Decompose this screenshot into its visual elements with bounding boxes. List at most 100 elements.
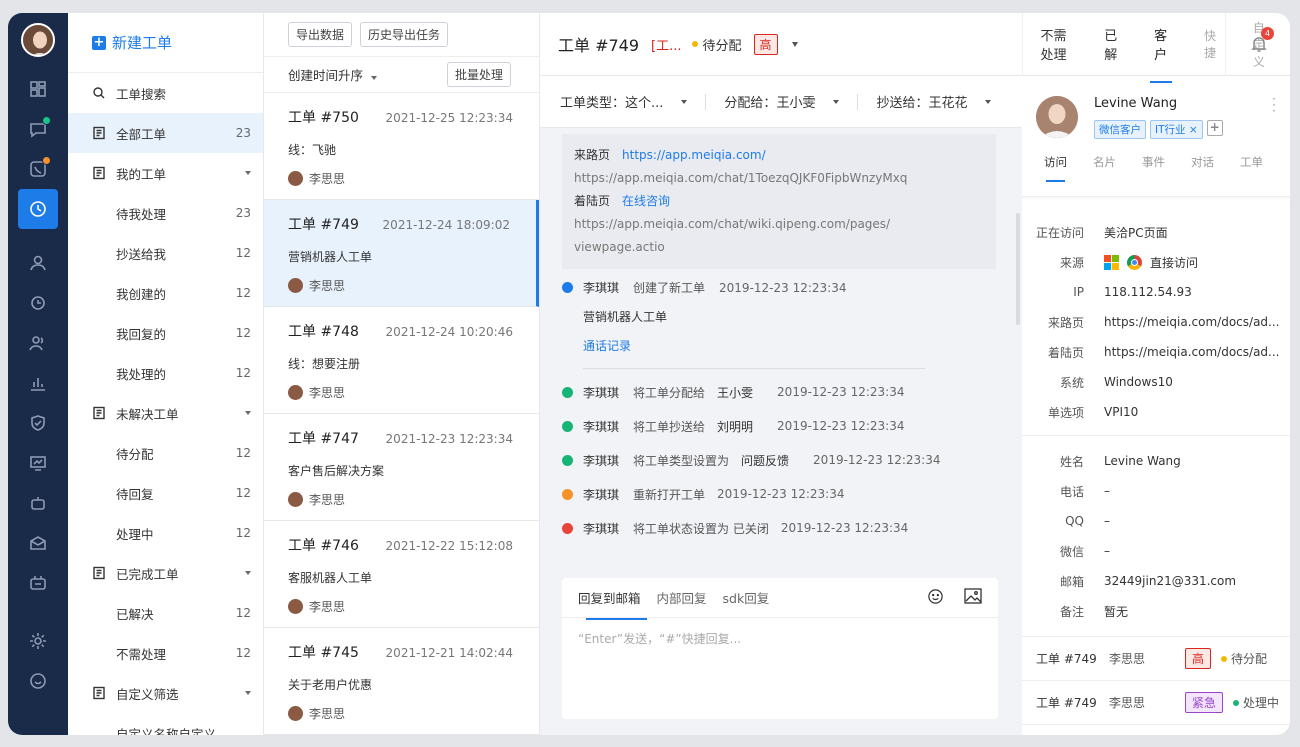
image-icon[interactable] bbox=[964, 588, 982, 607]
info-key: 来路页 bbox=[1047, 315, 1084, 330]
landing-link[interactable]: 在线咨询 bbox=[622, 194, 670, 208]
user-icon[interactable] bbox=[18, 243, 58, 283]
status-badge[interactable]: 待分配 bbox=[691, 35, 742, 54]
nav-item[interactable]: 待回复 12 bbox=[68, 473, 263, 513]
chrome-icon bbox=[1127, 254, 1142, 270]
ticket-user: 李思思 bbox=[1109, 652, 1146, 666]
ticket-title[interactable]: [工... bbox=[651, 35, 681, 54]
nav-item[interactable]: 自定义筛选 bbox=[68, 673, 263, 713]
subtab-visit[interactable]: 访问 bbox=[1044, 154, 1067, 182]
sort-label: 创建时间升序 bbox=[288, 68, 364, 84]
referrer-link[interactable]: https://app.meiqia.com/ bbox=[622, 148, 766, 162]
emoji-icon[interactable] bbox=[927, 588, 944, 608]
nav-item[interactable]: 我创建的 12 bbox=[68, 273, 263, 313]
chat-icon[interactable] bbox=[18, 109, 58, 149]
subtab-events[interactable]: 事件 bbox=[1142, 154, 1165, 170]
ticket-clock-icon[interactable] bbox=[18, 189, 58, 229]
sort-dropdown[interactable]: 创建时间升序 bbox=[288, 65, 378, 84]
subtab-tickets[interactable]: 工单 bbox=[1240, 154, 1263, 170]
subtab-card[interactable]: 名片 bbox=[1093, 154, 1116, 170]
more-icon[interactable]: · · · bbox=[1272, 93, 1276, 117]
info-value-text: 118.112.54.93 bbox=[1104, 285, 1192, 299]
tab-quick[interactable]: 快捷 bbox=[1186, 27, 1235, 61]
nav-item[interactable]: 已完成工单 bbox=[68, 553, 263, 593]
ticket-card[interactable]: 工单 #745 2021-12-21 14:02:44 关于老用户优惠 李思思 bbox=[264, 628, 539, 735]
nav-item-label: 待回复 bbox=[116, 486, 154, 502]
nav-item[interactable]: 全部工单 23 bbox=[68, 113, 263, 153]
dashboard-icon[interactable] bbox=[18, 69, 58, 109]
nav-item[interactable]: 我回复的 12 bbox=[68, 313, 263, 353]
nav-item[interactable]: 处理中 12 bbox=[68, 513, 263, 553]
info-value: 直接访问 bbox=[1104, 254, 1198, 271]
nav-item[interactable]: 待我处理 23 bbox=[68, 193, 263, 233]
detail-scrollbar[interactable] bbox=[1016, 213, 1020, 325]
phone-icon[interactable] bbox=[18, 149, 58, 189]
tag-wechat-customer[interactable]: 微信客户 bbox=[1094, 120, 1146, 139]
nav-item[interactable]: 我的工单 bbox=[68, 153, 263, 193]
chevron-down-icon[interactable] bbox=[245, 571, 251, 575]
robot-icon[interactable] bbox=[18, 483, 58, 523]
windows-icon bbox=[1104, 254, 1119, 270]
user-avatar[interactable] bbox=[21, 23, 55, 57]
tab-no-need[interactable]: 不需处理 bbox=[1023, 25, 1087, 63]
priority-badge[interactable]: 高 bbox=[753, 33, 778, 55]
customer-ticket-row[interactable]: 工单 #749 李思思 紧急 处理中 bbox=[1022, 681, 1290, 725]
ticket-type-select[interactable]: 工单类型： 这个... bbox=[560, 92, 688, 111]
monitor-icon[interactable] bbox=[18, 443, 58, 483]
tab-sdk-reply[interactable]: sdk回复 bbox=[723, 588, 770, 607]
tab-internal-reply[interactable]: 内部回复 bbox=[657, 588, 707, 607]
mail-icon[interactable] bbox=[18, 523, 58, 563]
chevron-down-icon[interactable] bbox=[245, 691, 251, 695]
reply-input[interactable]: “Enter”发送，“#”快捷回复... bbox=[562, 618, 998, 659]
ticket-cards: 工单 #750 2021-12-25 12:23:34 线：飞驰 李思思 工单 #… bbox=[264, 93, 539, 735]
info-value-text: 美洽PC页面 bbox=[1104, 225, 1168, 240]
nav-item[interactable]: 未解决工单 bbox=[68, 393, 263, 433]
bot-box-icon[interactable] bbox=[18, 563, 58, 603]
batch-process-button[interactable]: 批量处理 bbox=[446, 62, 511, 88]
tab-customer[interactable]: 客户 bbox=[1136, 25, 1186, 83]
call-record-link[interactable]: 通话记录 bbox=[583, 337, 1022, 354]
nav-item[interactable]: 不需处理 12 bbox=[68, 633, 263, 673]
cc-select[interactable]: 抄送给： 王花花 bbox=[876, 92, 992, 111]
stats-icon[interactable] bbox=[18, 363, 58, 403]
ticket-card[interactable]: 工单 #750 2021-12-25 12:23:34 线：飞驰 李思思 bbox=[264, 93, 539, 200]
export-history-button[interactable]: 历史导出任务 bbox=[360, 22, 449, 48]
ticket-card[interactable]: 工单 #748 2021-12-24 10:20:46 线：想要注册 李思思 bbox=[264, 307, 539, 414]
ticket-card[interactable]: 工单 #749 2021-12-24 18:09:02 营销机器人工单 李思思 bbox=[264, 200, 539, 307]
new-ticket-button[interactable]: + 新建工单 bbox=[68, 13, 263, 73]
nav-item[interactable]: 自定义名称自定义 bbox=[68, 713, 263, 736]
customer-ticket-row[interactable]: 工单 #749 李思思 高 待分配 bbox=[1022, 637, 1290, 681]
icon-rail bbox=[8, 13, 68, 735]
team-icon[interactable] bbox=[18, 323, 58, 363]
settings-icon[interactable] bbox=[18, 621, 58, 661]
card-user: 李思思 bbox=[309, 279, 346, 293]
nav-item[interactable]: 抄送给我 12 bbox=[68, 233, 263, 273]
tab-reply-email[interactable]: 回复到邮箱 bbox=[578, 588, 646, 620]
add-tag-icon[interactable]: + bbox=[1206, 120, 1223, 136]
tab-resolved[interactable]: 已解 bbox=[1086, 25, 1136, 63]
tag-label: IT行业 bbox=[1155, 124, 1186, 136]
chevron-down-icon[interactable] bbox=[245, 171, 251, 175]
nav-item[interactable]: 待分配 12 bbox=[68, 433, 263, 473]
chevron-down-icon[interactable] bbox=[245, 411, 251, 415]
event-action: 将工单类型设置为 bbox=[633, 453, 730, 468]
event-user: 李琪琪 bbox=[583, 281, 620, 295]
nav-item[interactable]: 工单搜索 bbox=[68, 73, 263, 113]
nav-item[interactable]: 已解决 12 bbox=[68, 593, 263, 633]
export-data-button[interactable]: 导出数据 bbox=[288, 22, 353, 48]
event-time: 2019-12-23 12:23:34 bbox=[717, 487, 845, 501]
chevron-down-icon[interactable] bbox=[791, 41, 798, 47]
support-chat-icon[interactable] bbox=[18, 661, 58, 701]
ticket-card[interactable]: 工单 #747 2021-12-23 12:23:34 客户售后解决方案 李思思 bbox=[264, 414, 539, 521]
refresh-chat-icon[interactable] bbox=[18, 283, 58, 323]
ticket-status: 待分配 bbox=[1231, 652, 1268, 666]
ticket-card[interactable]: 工单 #746 2021-12-22 15:12:08 客服机器人工单 李思思 bbox=[264, 521, 539, 628]
user-avatar bbox=[288, 492, 303, 507]
card-time: 2021-12-24 10:20:46 bbox=[385, 325, 513, 339]
tag-it-industry[interactable]: IT行业 × bbox=[1150, 120, 1203, 139]
nav-item[interactable]: 我处理的 12 bbox=[68, 353, 263, 393]
assignee-select[interactable]: 分配给： 王小雯 bbox=[724, 92, 840, 111]
close-icon[interactable]: × bbox=[1189, 124, 1198, 136]
subtab-dialog[interactable]: 对话 bbox=[1191, 154, 1214, 170]
shield-icon[interactable] bbox=[18, 403, 58, 443]
